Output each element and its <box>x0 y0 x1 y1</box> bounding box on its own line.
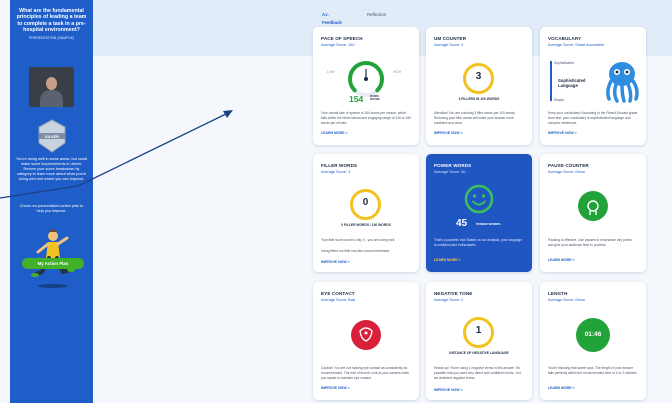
card-average: Average Score: Great <box>548 298 585 302</box>
tab-ai-feedback[interactable]: A.I. Feedback <box>322 11 342 28</box>
filler-value: 0 <box>362 197 369 208</box>
tone-caption: INSTANCE OF NEGATIVE LANGUAGE <box>449 351 509 355</box>
vocab-bottom-label: Simple <box>554 98 565 102</box>
card-average: Average Score: Great <box>548 170 585 174</box>
vocab-top-label: Sophisticated <box>554 61 574 65</box>
um-caption: 3 FILLERS IN 100 WORDS <box>458 97 500 101</box>
learn-more-link[interactable]: LEARN MORE > <box>434 258 461 262</box>
card-average: Average Score: 150 <box>321 43 355 47</box>
um-value: 3 <box>475 71 482 82</box>
card-title: POWER WORDS <box>434 163 472 168</box>
improve-now-link[interactable]: IMPROVE NOW > <box>321 260 350 264</box>
card-average: Average Score: Bad <box>321 298 355 302</box>
gauge-high-label: HIGH <box>393 70 402 74</box>
smiley-icon <box>464 184 494 214</box>
improve-now-link[interactable]: IMPROVE NOW > <box>434 131 463 135</box>
power-value: 45 <box>456 218 468 229</box>
card-average: Average Score: 2 <box>434 298 464 302</box>
eye-contact-badge-icon <box>351 320 381 350</box>
gauge-low-label: LOW <box>327 70 335 74</box>
card-description: Caution! You are not making eye contact … <box>321 366 410 380</box>
runner-illustration-icon <box>31 229 75 288</box>
card-vocabulary[interactable]: VOCABULARY Average Score: Smart Accessib… <box>540 27 646 145</box>
power-unit: POWER WORDS <box>476 222 501 226</box>
card-length[interactable]: LENGTH Average Score: Great 01:46 You're… <box>540 282 646 400</box>
card-filler-words[interactable]: FILLER WORDS Average Score: 3 0 0 FILLER… <box>313 154 419 272</box>
speed-gauge-icon <box>348 61 384 97</box>
badge-label: SILVER <box>45 134 59 139</box>
improve-now-link[interactable]: IMPROVE NOW > <box>434 388 463 392</box>
card-title: VOCABULARY <box>548 36 582 41</box>
card-pause-counter[interactable]: PAUSE COUNTER Average Score: Great Pausi… <box>540 154 646 272</box>
card-description: Your filler word count is only 0 - you a… <box>321 238 396 242</box>
sidebar: What are the fundamental principles of l… <box>10 0 93 403</box>
question-title: What are the fundamental principles of l… <box>16 8 87 34</box>
vocab-level: Sophisticated Language <box>558 78 586 89</box>
learn-more-link[interactable]: LEARN MORE > <box>321 131 348 135</box>
card-um-counter[interactable]: UM COUNTER Average Score: 4 3 3 FILLERS … <box>426 27 532 145</box>
card-description: You're finishing that sweet spot. The le… <box>548 366 638 375</box>
action-plan-prompt: Check our personalized action plan to he… <box>19 204 84 213</box>
improve-now-link[interactable]: IMPROVE NOW > <box>548 131 577 135</box>
filler-caption: 0 FILLER WORDS / 100 WORDS <box>341 223 391 227</box>
card-description-2: Using fillers too little can also sound … <box>321 249 391 253</box>
card-title: PAUSE COUNTER <box>548 163 589 168</box>
card-description: Pausing is effective. Use pauses to emph… <box>548 238 632 247</box>
vocab-scale-bar <box>550 61 552 101</box>
card-description: Your overall rate of speech is 154 words… <box>321 111 411 125</box>
pace-unit: WORDS PER MIN <box>370 96 380 101</box>
card-power-words[interactable]: POWER WORDS Average Score: 30 45 POWER W… <box>426 154 532 272</box>
video-thumbnail[interactable] <box>29 67 74 107</box>
card-title: PACE OF SPEECH <box>321 36 363 41</box>
card-title: EYE CONTACT <box>321 291 355 296</box>
card-average: Average Score: 4 <box>434 43 464 47</box>
card-average: Average Score: 3 <box>321 170 351 174</box>
pace-value: 154 <box>349 94 364 104</box>
card-title: FILLER WORDS <box>321 163 358 168</box>
card-description: Heads up! You're using 1 negative terms … <box>434 366 521 380</box>
silver-badge-icon: SILVER <box>38 119 66 153</box>
tone-value: 1 <box>475 325 482 336</box>
learn-more-link[interactable]: LEARN MORE > <box>548 386 575 390</box>
card-pace-of-speech[interactable]: PACE OF SPEECH Average Score: 150 LOW HI… <box>313 27 419 145</box>
card-description: Keep your vocabulary! According to the F… <box>548 111 638 125</box>
card-title: UM COUNTER <box>434 36 467 41</box>
card-average: Average Score: Smart Accessible <box>548 43 605 47</box>
length-value: 01:46 <box>584 331 602 338</box>
octopus-icon <box>606 62 639 103</box>
action-plan-button[interactable]: My Action Plan <box>22 258 84 269</box>
card-title: NEGATIVE TONE <box>434 291 473 296</box>
tab-reflection[interactable]: Reflection <box>367 11 386 19</box>
pause-badge-icon <box>578 191 608 221</box>
score-message: You're doing well in some areas, but cou… <box>16 157 87 181</box>
card-description: That's a powerful mix! Based on our anal… <box>434 238 523 247</box>
improve-now-link[interactable]: IMPROVE NOW > <box>321 386 350 390</box>
question-subtitle: PRESENTATION (SAMPLE) <box>28 35 75 40</box>
card-average: Average Score: 30 <box>434 170 466 174</box>
card-eye-contact[interactable]: EYE CONTACT Average Score: Bad Caution! … <box>313 282 419 400</box>
learn-more-link[interactable]: LEARN MORE > <box>548 258 575 262</box>
card-description: Attention! You are counting 3 filler wor… <box>434 111 516 125</box>
card-negative-tone[interactable]: NEGATIVE TONE Average Score: 2 1 INSTANC… <box>426 282 532 400</box>
card-title: LENGTH <box>548 291 568 296</box>
